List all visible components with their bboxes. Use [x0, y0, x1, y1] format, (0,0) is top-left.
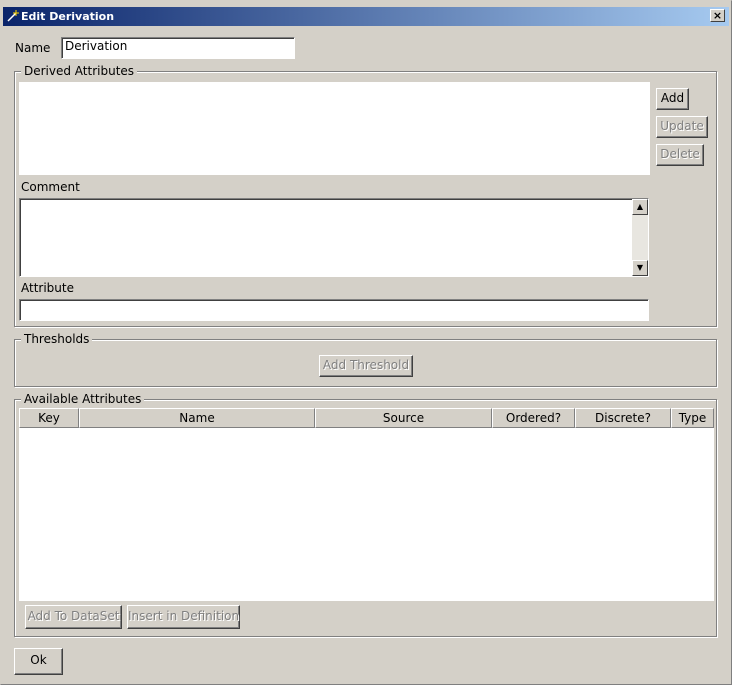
- column-header-source[interactable]: Source: [315, 408, 492, 428]
- column-header-discrete[interactable]: Discrete?: [575, 408, 671, 428]
- insert-in-definition-button[interactable]: Insert in Definition: [127, 605, 240, 629]
- thresholds-title: Thresholds: [21, 332, 93, 346]
- edit-derivation-dialog: Edit Derivation × Name Derivation Derive…: [0, 0, 732, 685]
- scroll-down-button[interactable]: ▼: [632, 260, 648, 276]
- window-title: Edit Derivation: [21, 10, 115, 23]
- available-attributes-title: Available Attributes: [21, 392, 145, 406]
- available-attributes-header: Key Name Source Ordered? Discrete? Type: [19, 408, 714, 428]
- column-header-name[interactable]: Name: [79, 408, 315, 428]
- up-arrow-icon: ▲: [636, 202, 644, 211]
- add-button[interactable]: Add: [656, 88, 689, 110]
- close-icon: ×: [712, 9, 723, 22]
- comment-label: Comment: [21, 180, 80, 194]
- add-to-dataset-button[interactable]: Add To DataSet: [25, 605, 122, 629]
- available-attributes-table-body[interactable]: [19, 428, 714, 601]
- derived-attributes-title: Derived Attributes: [21, 64, 138, 78]
- update-button[interactable]: Update: [656, 116, 708, 138]
- column-header-type[interactable]: Type: [671, 408, 714, 428]
- comment-textarea[interactable]: ▲ ▼: [19, 198, 649, 277]
- column-header-ordered[interactable]: Ordered?: [492, 408, 575, 428]
- close-button[interactable]: ×: [710, 9, 725, 22]
- ok-button[interactable]: Ok: [14, 648, 63, 675]
- title-bar[interactable]: Edit Derivation ×: [3, 7, 729, 26]
- wand-icon: [7, 10, 19, 22]
- name-label: Name: [15, 41, 51, 55]
- column-header-key[interactable]: Key: [19, 408, 79, 428]
- derived-attributes-list[interactable]: [19, 82, 650, 175]
- add-threshold-button[interactable]: Add Threshold: [319, 355, 413, 377]
- delete-button[interactable]: Delete: [656, 144, 704, 166]
- down-arrow-icon: ▼: [636, 263, 644, 272]
- attribute-label: Attribute: [21, 281, 74, 295]
- comment-scrollbar[interactable]: ▲ ▼: [632, 199, 648, 276]
- attribute-input[interactable]: [19, 299, 649, 321]
- name-input[interactable]: Derivation: [61, 37, 295, 59]
- scroll-up-button[interactable]: ▲: [632, 199, 648, 215]
